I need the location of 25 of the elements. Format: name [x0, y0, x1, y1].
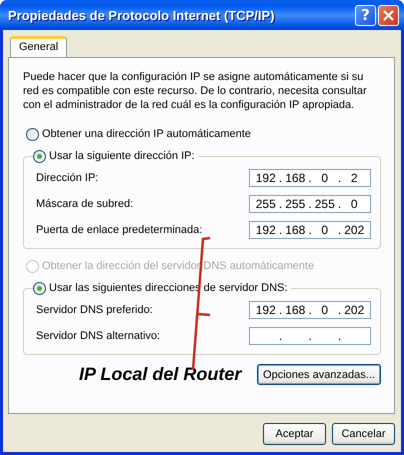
help-button[interactable]: ? — [355, 4, 376, 26]
field-label: Dirección IP: — [36, 172, 98, 184]
close-icon — [383, 10, 394, 20]
ip-address-field[interactable]: 255 . 255 . 255 . 0 — [249, 195, 371, 213]
radio-button[interactable] — [26, 128, 39, 140]
close-button[interactable] — [378, 4, 399, 26]
field-label: Puerta de enlace predeterminada: — [36, 224, 202, 236]
radio-button-selected[interactable] — [33, 150, 46, 162]
ip-address-field[interactable]: . . . — [249, 327, 371, 345]
cancel-button[interactable]: Cancelar — [332, 423, 395, 445]
ip-address-field[interactable]: 192 . 168 . 0 . 202 — [249, 221, 371, 239]
annotation-text: IP Local del Router — [79, 364, 242, 385]
window-title: Propiedades de Protocolo Internet (TCP/IP) — [8, 8, 276, 22]
advanced-options-button[interactable]: Opciones avanzadas... — [257, 364, 381, 385]
tab[interactable]: General — [10, 36, 68, 57]
field-label: Servidor DNS alternativo: — [36, 330, 160, 342]
ip-address-field[interactable]: 192 . 168 . 0 . 202 — [249, 301, 371, 319]
field-label: Máscara de subred: — [36, 198, 134, 210]
radio-button-selected[interactable] — [33, 282, 46, 294]
field-label: Servidor DNS preferido: — [36, 304, 153, 316]
ok-button[interactable]: Aceptar — [263, 423, 326, 445]
ip-address-field[interactable]: 192 . 168 . 0 . 2 — [249, 169, 371, 187]
description-text: Puede hacer que la configuración IP se asigne automáticamente si su red es compatible con este recurso. De lo contrario, necesita consultar con el administrador de la red cuál es la configuración IP apropiada. — [23, 70, 368, 112]
radio-label: Obtener una dirección IP automáticamente — [42, 128, 251, 140]
radio-label: Usar la siguiente dirección IP: — [49, 150, 195, 162]
